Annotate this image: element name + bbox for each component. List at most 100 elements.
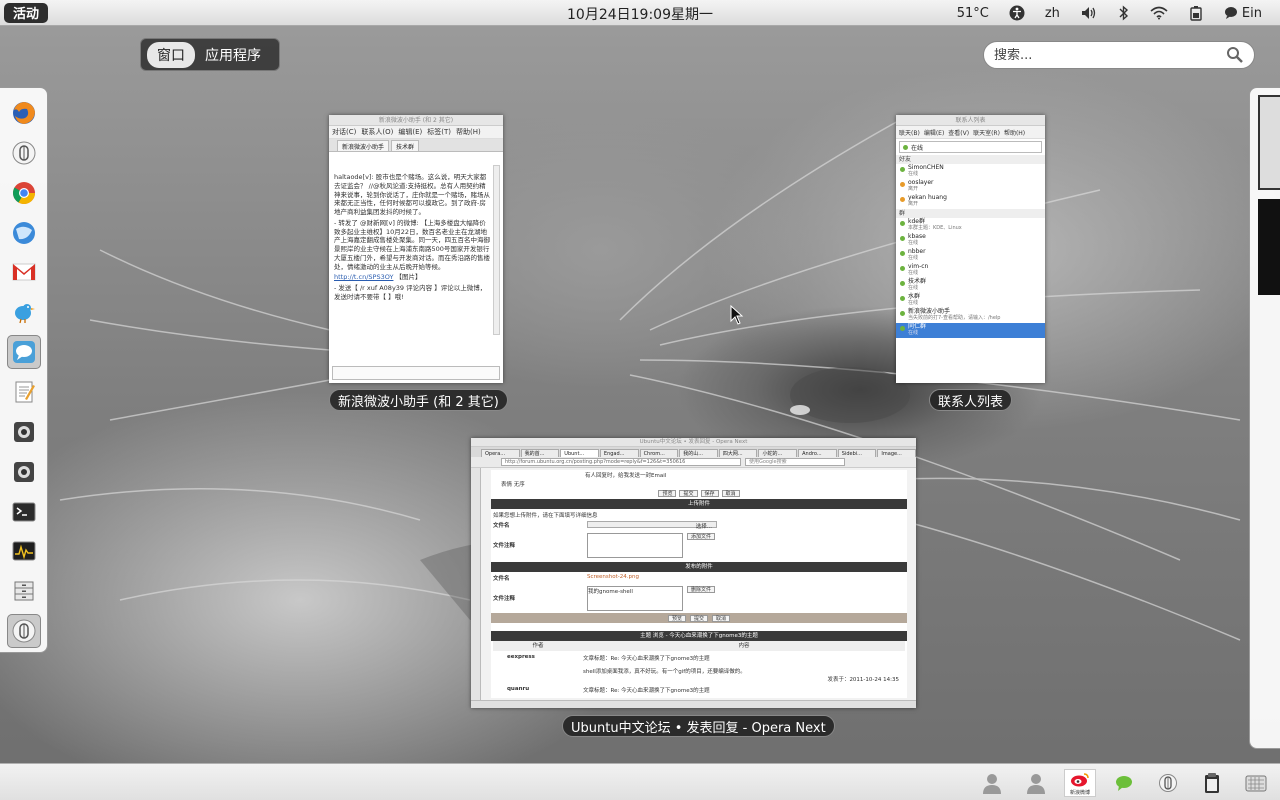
choose-file-button: 选择...	[587, 521, 717, 530]
browser-tabs: Opera... 我的首... Ubunt... Engad... Chrom.…	[471, 447, 916, 457]
message: - 转发了 @财新网[v] 的微博: 【上海多楼盘大幅降价致多起业主维权】10月…	[334, 218, 490, 271]
mouse-cursor	[730, 305, 744, 325]
message-link: http://t.cn/SPS3OY	[334, 273, 394, 282]
gmail-icon[interactable]	[7, 255, 41, 289]
system-monitor-icon[interactable]	[7, 534, 41, 568]
workspace-thumbnail-2[interactable]	[1258, 199, 1280, 295]
file-cabinet-icon[interactable]	[7, 574, 41, 608]
conversation-log: haltaode[v]: 股市也是个赌场。这么说，明天大家都去证监会？ //@秋…	[329, 152, 503, 364]
submit-button: 提交	[679, 490, 698, 497]
contact-item: 水群 在线	[896, 293, 1045, 308]
clipboard-icon[interactable]	[1196, 769, 1228, 797]
twitter-bird-icon[interactable]	[7, 295, 41, 329]
posted-header: 发布的附件	[491, 562, 907, 572]
tray-icons: 新浪微博	[976, 769, 1272, 797]
menu-item: 联系人(O)	[361, 128, 394, 136]
upload-header: 上传附件	[491, 499, 907, 509]
clock[interactable]: 10月24日19:09星期一	[567, 7, 713, 23]
preview-button: 预览	[667, 614, 686, 622]
emoji-option: 表情 无序	[501, 482, 525, 488]
online-dot-icon	[903, 144, 908, 150]
preview-button: 预览	[658, 490, 677, 497]
menu-item: 查看(V)	[948, 129, 970, 137]
field-label: 文件名	[493, 576, 510, 582]
activities-button[interactable]: 活动	[4, 2, 49, 23]
attached-file-name: Screenshot-24.png	[587, 574, 639, 580]
address-bar: http://forum.ubuntu.org.cn/posting.php?m…	[501, 458, 741, 466]
status-label: 在线	[911, 144, 924, 152]
browser-tab: 四大网...	[718, 449, 758, 457]
battery-icon[interactable]	[1178, 0, 1214, 26]
column-header: 内容	[738, 643, 750, 649]
post-body: shell添加桌面我添，真不好玩。有一个gif的项目，还要编译做的。	[583, 669, 746, 675]
search-icon	[1227, 47, 1243, 63]
status-selector: 在线	[899, 141, 1042, 153]
browser-tab: Engad...	[599, 449, 639, 457]
user-menu[interactable]: Ein	[1214, 0, 1272, 26]
pidgin-icon-2[interactable]	[6, 614, 41, 649]
thunderbird-icon[interactable]	[7, 216, 41, 250]
keyboard-icon[interactable]	[1240, 769, 1272, 797]
browser-tab: Andro...	[798, 449, 837, 457]
bluetooth-icon[interactable]	[1108, 0, 1140, 26]
window-thumbnail-weibo[interactable]: 新浪微波小助手 (和 2 其它) 对话(C) 联系人(O) 编辑(E) 标签(T…	[329, 115, 503, 383]
menu-item: 编辑(E)	[398, 128, 423, 136]
chrome-icon[interactable]	[7, 176, 41, 210]
message: haltaode[v]: 股市也是个赌场。这么说，明天大家都去证监会？ //@秋…	[334, 173, 490, 217]
field-label: 文件名	[493, 523, 510, 529]
wifi-icon[interactable]	[1140, 0, 1178, 26]
pidgin-icon[interactable]	[1152, 769, 1184, 797]
notify-option: 有人回复时，给我发送一封Email	[585, 473, 667, 479]
window-caption-weibo[interactable]: 新浪微波小助手 (和 2 其它)	[329, 389, 508, 411]
field-label: 文件注释	[493, 596, 516, 602]
user-icon[interactable]	[976, 769, 1008, 797]
post-row: eexpress 文章标题：Re: 今天心血来潮换了下gnome3的主题 she…	[491, 651, 907, 683]
post-author: eexpress	[507, 654, 535, 660]
user-icon-2[interactable]	[1020, 769, 1052, 797]
chat-bubble-icon[interactable]	[6, 335, 41, 370]
window-thumbnail-contacts[interactable]: 联系人列表 联天(B) 编辑(E) 查看(V) 联天室(R) 帮助(H) 在线 …	[896, 115, 1045, 383]
post-row: quanru 文章标题：Re: 今天心血来潮换了下gnome3的主题	[491, 683, 907, 697]
user-name: Ein	[1241, 5, 1262, 21]
upload-hint: 如果您想上传附件，请在下面填写详细信息	[493, 513, 598, 519]
window-thumbnail-opera[interactable]: Ubuntu中文论坛 • 发表回复 - Opera Next Opera... …	[471, 438, 916, 708]
window-caption-contacts[interactable]: 联系人列表	[929, 389, 1013, 411]
contact-item: 新浪微波小助手 当失败前的打7-查看帮助，请输入：/help	[896, 308, 1045, 323]
search-input[interactable]	[994, 47, 1214, 63]
applications-view-tab[interactable]: 应用程序	[195, 42, 271, 68]
text-editor-icon[interactable]	[7, 375, 41, 409]
accessibility-icon[interactable]	[999, 0, 1035, 26]
browser-status-bar	[471, 700, 916, 708]
contact-item: vim-cn 在线	[896, 263, 1045, 278]
pidgin-icon[interactable]	[7, 136, 41, 170]
window-title: 联系人列表	[896, 115, 1045, 126]
volume-icon[interactable]	[1070, 0, 1108, 26]
browser-tab: Opera...	[481, 449, 520, 457]
windows-view-tab[interactable]: 窗口	[147, 41, 195, 68]
search-entry[interactable]	[983, 41, 1255, 69]
form-row: 文件注释 添加文件	[491, 531, 907, 560]
save-button: 保存	[700, 490, 719, 497]
post-title: 文章标题：Re: 今天心血来潮换了下gnome3的主题	[583, 656, 710, 662]
chat-bubble-icon[interactable]	[1108, 769, 1140, 797]
attached-comment: 我的gnome-shell	[587, 586, 683, 611]
webcam-icon-2[interactable]	[7, 455, 41, 489]
conversation-tab: 技术群	[391, 140, 420, 151]
temperature-indicator[interactable]: 51°C	[947, 0, 999, 26]
input-method-indicator[interactable]: zh	[1035, 0, 1070, 26]
webcam-icon[interactable]	[7, 415, 41, 449]
web-page: 有人回复时，给我发送一封Email 表情 无序 预览 提交 保存 取消 上传附件…	[491, 470, 907, 698]
weibo-icon[interactable]: 新浪微博	[1064, 769, 1096, 797]
bottom-form-buttons: 预览 提交 取消	[491, 613, 907, 623]
browser-tab-active: Ubunt...	[560, 449, 599, 457]
message-input	[332, 366, 500, 380]
window-title: 新浪微波小助手 (和 2 其它)	[329, 115, 503, 126]
window-caption-opera[interactable]: Ubuntu中文论坛 • 发表回复 - Opera Next	[562, 715, 835, 737]
workspace-thumbnail-1[interactable]	[1258, 95, 1280, 190]
delete-file-button: 删除文件	[687, 586, 716, 593]
terminal-icon[interactable]	[7, 495, 41, 529]
form-row: 文件名 Screenshot-24.png	[491, 572, 907, 584]
field-label: 文件注释	[493, 543, 516, 549]
contact-item-selected: 同仁群 在线	[896, 323, 1045, 338]
firefox-icon[interactable]	[7, 96, 41, 130]
